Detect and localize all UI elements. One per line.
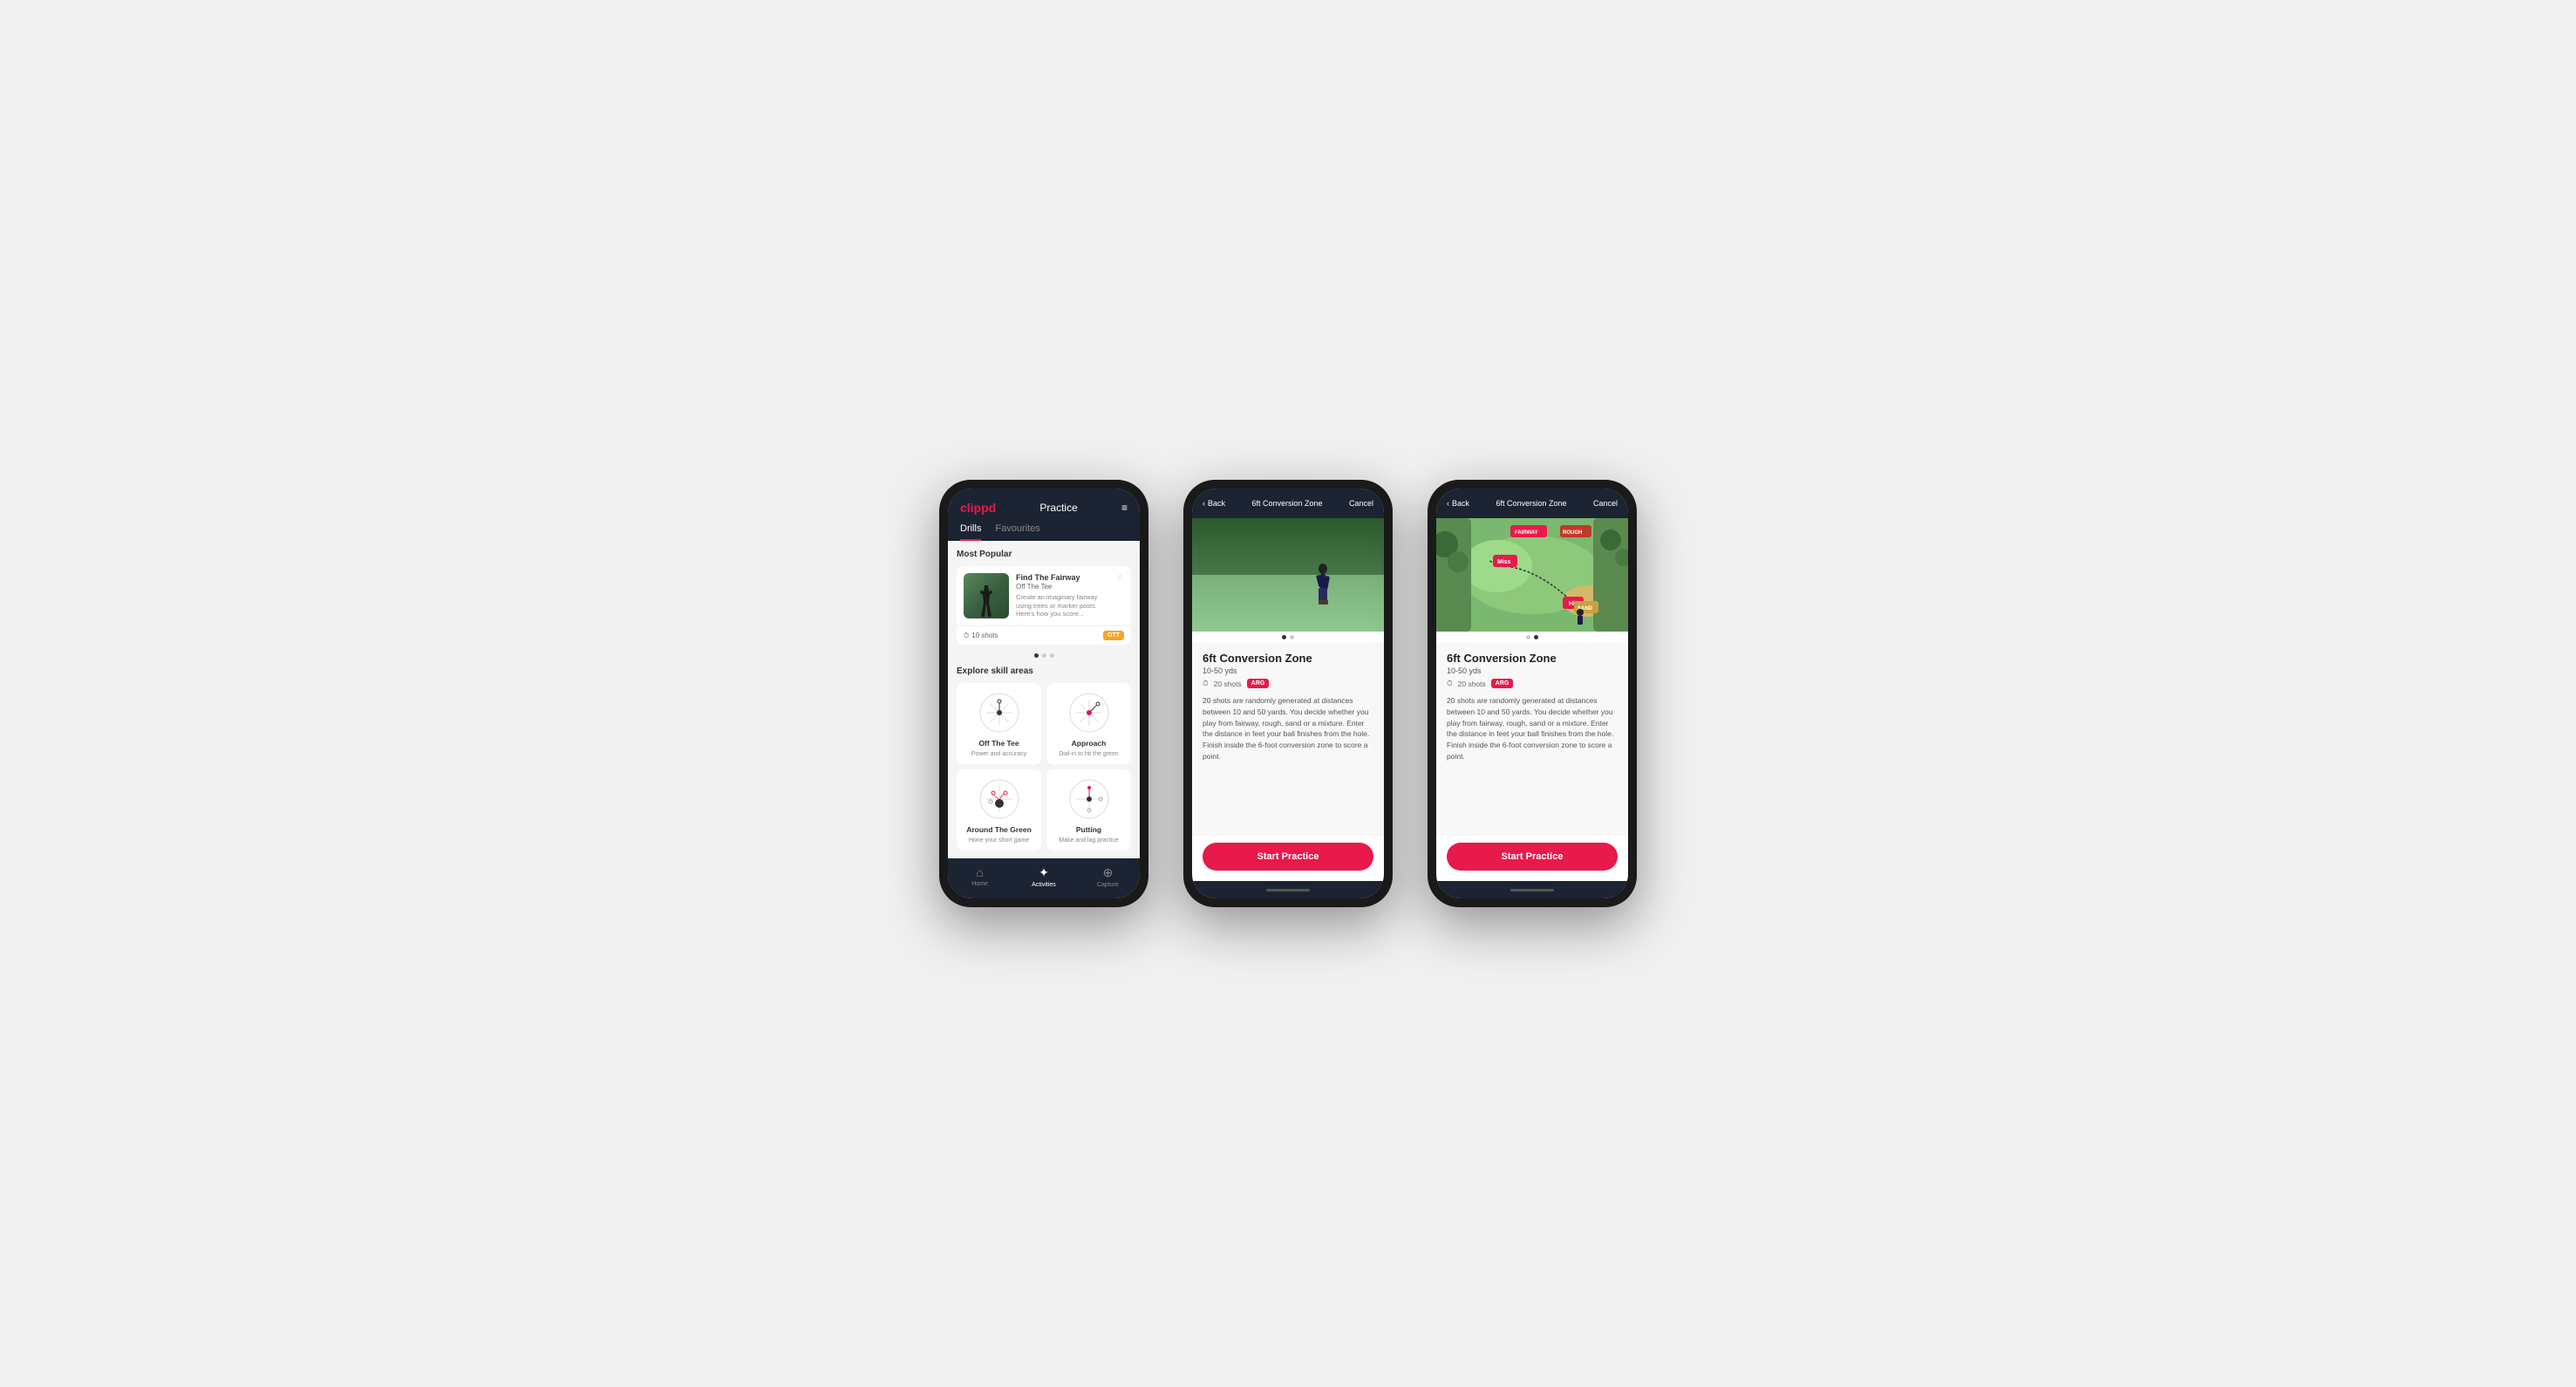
home-icon: ⌂ (976, 865, 983, 879)
explore-title: Explore skill areas (957, 666, 1131, 676)
skill-card-putting[interactable]: Putting Make and lag practice (1046, 769, 1131, 851)
skill-desc-ott: Power and accuracy (971, 751, 1026, 757)
phone-1: clippd Practice ≡ Drills Favourites Most… (939, 480, 1148, 907)
drill-photo (1192, 518, 1384, 632)
image-carousel-dots (1192, 632, 1384, 643)
page-title: Practice (1039, 502, 1077, 514)
drill-description-detail: 20 shots are randomly generated at dista… (1203, 695, 1373, 762)
dot-2 (1042, 653, 1046, 658)
phone3-arg-badge: ARG (1491, 679, 1514, 688)
skill-icon-approach (1067, 690, 1112, 735)
clock-icon: ⏱ (964, 632, 969, 640)
svg-text:ROUGH: ROUGH (1563, 530, 1582, 536)
skill-icon-putting (1067, 776, 1112, 822)
ott-badge: OTT (1103, 631, 1124, 640)
svg-text:FAIRWAY: FAIRWAY (1515, 530, 1538, 536)
nav-capture-label: Capture (1097, 882, 1119, 888)
carousel-dots (957, 650, 1131, 661)
phone3-start-practice-button[interactable]: Start Practice (1447, 843, 1618, 871)
phone3-home-indicator (1436, 881, 1628, 898)
phone3-header: ‹ Back 6ft Conversion Zone Cancel (1436, 489, 1628, 518)
skill-desc-atg: Hone your short game (969, 837, 1029, 844)
back-button[interactable]: ‹ Back (1203, 499, 1225, 508)
nav-home-label: Home (971, 881, 988, 887)
img-dot-1 (1282, 635, 1286, 639)
skill-name-atg: Around The Green (966, 825, 1032, 834)
skill-card-off-the-tee[interactable]: Off The Tee Power and accuracy (957, 683, 1041, 764)
phone3-detail-body: 6ft Conversion Zone 10-50 yds ⏱ 20 shots… (1436, 643, 1628, 836)
home-bar (1266, 889, 1310, 892)
skill-name-putting: Putting (1076, 825, 1101, 834)
skill-icon-atg (977, 776, 1022, 822)
bottom-nav: ⌂ Home ✦ Activities ⊕ Capture (948, 858, 1140, 898)
drill-description: Create an imaginary fairway using trees … (1016, 593, 1109, 618)
cancel-button[interactable]: Cancel (1349, 499, 1373, 508)
skill-card-approach[interactable]: Approach Dial-in to hit the green (1046, 683, 1131, 764)
drill-thumbnail (964, 573, 1009, 618)
app-logo: clippd (960, 501, 996, 515)
menu-icon[interactable]: ≡ (1121, 502, 1128, 514)
featured-drill-card[interactable]: Find The Fairway Off The Tee Create an i… (957, 566, 1131, 645)
phone-3: ‹ Back 6ft Conversion Zone Cancel (1428, 480, 1637, 907)
img-dot-2 (1290, 635, 1294, 639)
activities-icon: ✦ (1039, 865, 1049, 880)
phone-2: ‹ Back 6ft Conversion Zone Cancel (1183, 480, 1393, 907)
phone3-title: 6ft Conversion Zone (1496, 499, 1566, 508)
drill-category: Off The Tee (1016, 583, 1109, 591)
phone3-back-chevron-icon: ‹ (1447, 499, 1449, 508)
tabs-bar: Drills Favourites (960, 523, 1128, 541)
phone3-shots-count: 20 shots (1458, 680, 1486, 688)
drill-name: Find The Fairway (1016, 573, 1109, 583)
skill-icon-off-the-tee (977, 690, 1022, 735)
phone3-img-dot-1 (1526, 635, 1530, 639)
drill-detail-name: 6ft Conversion Zone (1203, 652, 1373, 665)
tab-favourites[interactable]: Favourites (995, 523, 1039, 541)
phone2-header: ‹ Back 6ft Conversion Zone Cancel (1192, 489, 1384, 518)
phone3-back-button[interactable]: ‹ Back (1447, 499, 1469, 508)
drill-range: 10-50 yds (1203, 666, 1373, 675)
phone3-drill-name: 6ft Conversion Zone (1447, 652, 1618, 665)
nav-home[interactable]: ⌂ Home (948, 865, 1012, 888)
most-popular-title: Most Popular (957, 550, 1131, 559)
clock-icon-detail: ⏱ (1203, 679, 1209, 688)
dot-3 (1050, 653, 1054, 658)
start-practice-button[interactable]: Start Practice (1203, 843, 1373, 871)
phone3-clock-icon: ⏱ (1447, 679, 1453, 688)
phone2-title: 6ft Conversion Zone (1251, 499, 1322, 508)
drill-map: Hit Miss FAIRWAY ROUGH SAND (1436, 518, 1628, 632)
drill-footer: ⏱ 10 shots OTT (957, 625, 1131, 645)
skill-desc-approach: Dial-in to hit the green (1059, 751, 1118, 757)
phone3-home-bar (1510, 889, 1554, 892)
drill-info: Find The Fairway Off The Tee Create an i… (1016, 573, 1109, 618)
capture-icon: ⊕ (1102, 865, 1113, 880)
svg-text:Miss: Miss (1497, 559, 1511, 565)
phone3-drill-range: 10-50 yds (1447, 666, 1618, 675)
phone3-image-carousel-dots (1436, 632, 1628, 643)
phone2-detail-body: 6ft Conversion Zone 10-50 yds ⏱ 20 shots… (1192, 643, 1384, 836)
phone1-body: Most Popular Find The Fairway Off The Te… (948, 541, 1140, 858)
back-chevron-icon: ‹ (1203, 499, 1205, 508)
explore-section: Explore skill areas (957, 666, 1131, 851)
nav-capture[interactable]: ⊕ Capture (1076, 865, 1140, 888)
home-indicator (1192, 881, 1384, 898)
phone1-header: clippd Practice ≡ Drills Favourites (948, 489, 1140, 541)
arg-badge-detail: ARG (1247, 679, 1270, 688)
drill-shots-row: ⏱ 20 shots ARG (1203, 679, 1373, 688)
shots-info: ⏱ 10 shots (964, 632, 998, 640)
favourite-star-icon[interactable]: ☆ (1116, 573, 1124, 583)
tab-drills[interactable]: Drills (960, 523, 981, 541)
dot-1 (1034, 653, 1039, 658)
drill-shots-count: 20 shots (1214, 680, 1242, 688)
skill-grid: Off The Tee Power and accuracy (957, 683, 1131, 851)
skill-name-approach: Approach (1072, 739, 1107, 748)
phone3-cancel-button[interactable]: Cancel (1593, 499, 1618, 508)
nav-activities[interactable]: ✦ Activities (1012, 865, 1075, 888)
nav-activities-label: Activities (1032, 882, 1056, 888)
phone3-img-dot-2 (1534, 635, 1538, 639)
phone3-shots-row: ⏱ 20 shots ARG (1447, 679, 1618, 688)
skill-card-atg[interactable]: Around The Green Hone your short game (957, 769, 1041, 851)
skill-name-ott: Off The Tee (978, 739, 1019, 748)
phone3-description: 20 shots are randomly generated at dista… (1447, 695, 1618, 762)
skill-desc-putting: Make and lag practice (1059, 837, 1118, 844)
